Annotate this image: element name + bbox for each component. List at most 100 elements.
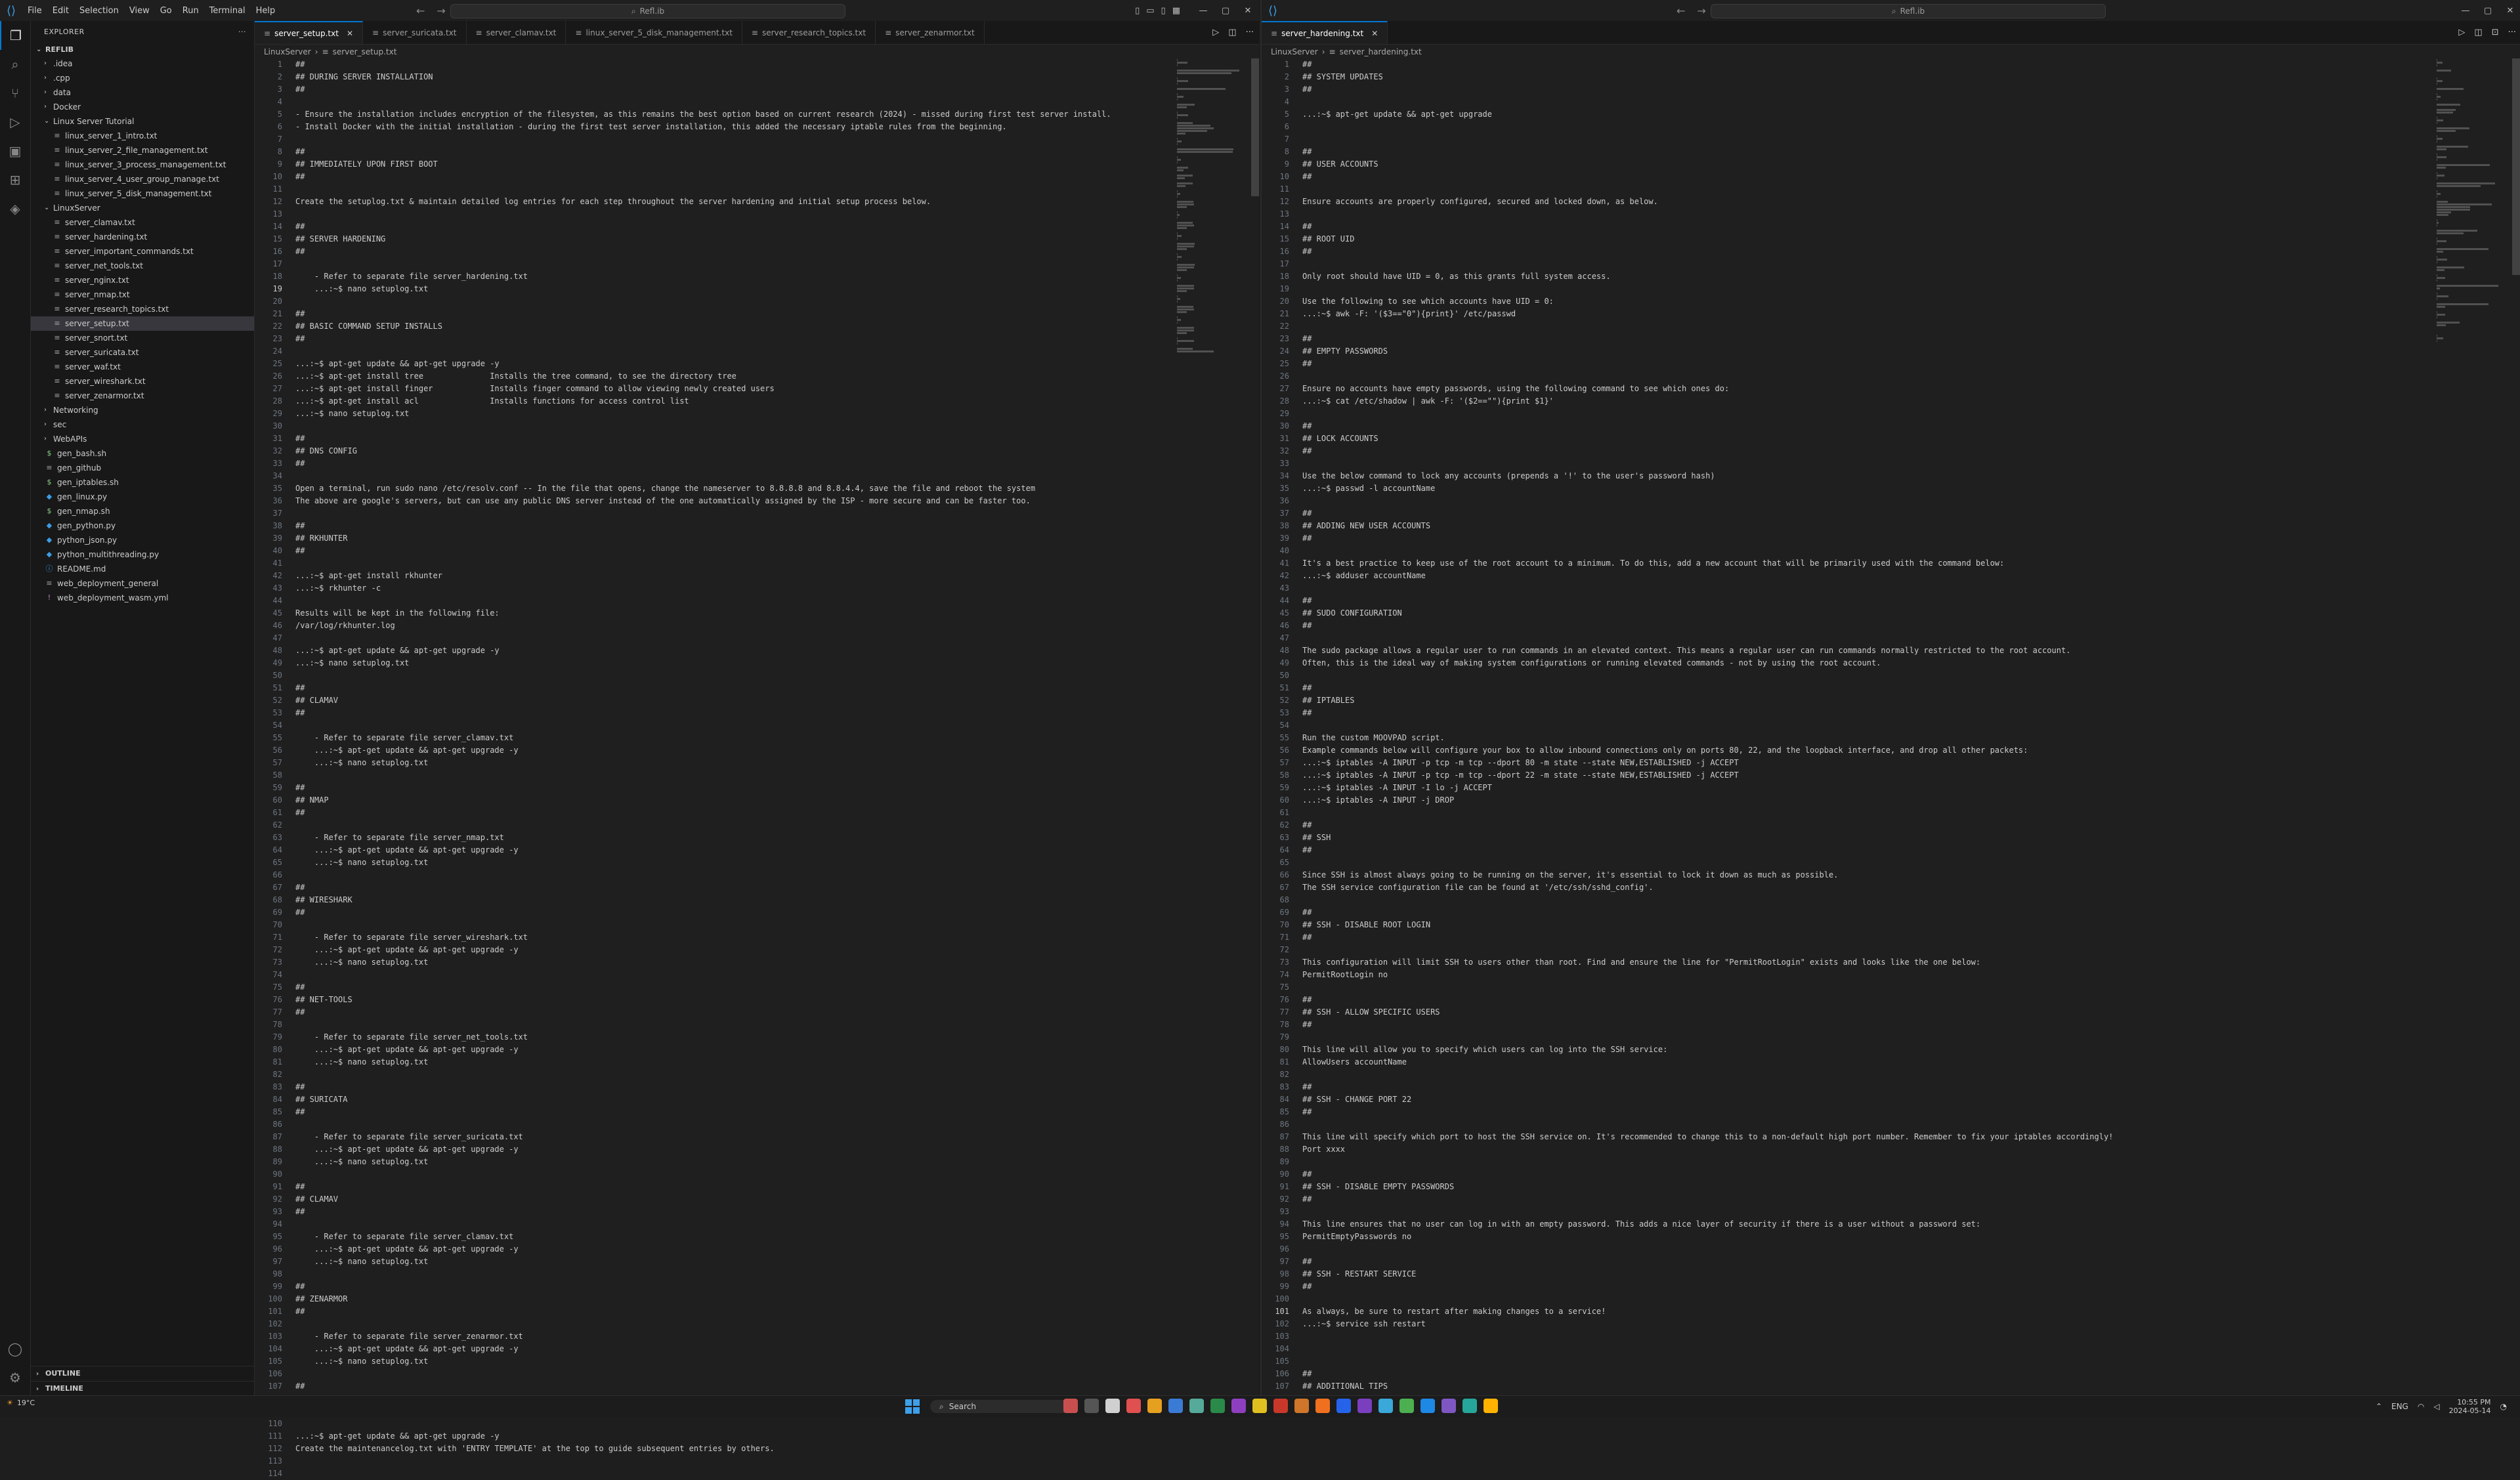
menu-item-go[interactable]: Go (155, 6, 177, 16)
clock[interactable]: 10:55 PM 2024-05-14 (2449, 1398, 2491, 1415)
taskbar-app-icon[interactable] (1084, 1399, 1099, 1413)
file-item[interactable]: ◆ gen_linux.py (31, 490, 254, 504)
taskbar-app-icon[interactable] (1294, 1399, 1309, 1413)
customize-layout-icon[interactable]: ▦ (1172, 6, 1180, 16)
code-editor[interactable]: 1 ## 2 ## DURING SERVER INSTALLATION 3 ## 4 5- … (255, 58, 1111, 1478)
language-indicator[interactable]: ENG (2391, 1402, 2408, 1411)
taskbar-app-icon[interactable] (1063, 1399, 1078, 1413)
menu-item-run[interactable]: Run (177, 6, 204, 16)
taskbar-search[interactable]: ⌕ Search (930, 1400, 1071, 1413)
editor-tab[interactable]: ≡ linux_server_5_disk_management.txt (566, 21, 742, 44)
file-item[interactable]: ≡ linux_server_2_file_management.txt (31, 143, 254, 158)
split-editor-icon[interactable]: ◫ (1228, 28, 1236, 37)
minimap[interactable] (1177, 58, 1249, 1396)
taskbar-app-icon[interactable] (1420, 1399, 1435, 1413)
taskbar-app-icon[interactable] (1126, 1399, 1141, 1413)
close-icon[interactable]: ✕ (2499, 6, 2520, 16)
file-item[interactable]: ◆ gen_python.py (31, 518, 254, 533)
close-tab-icon[interactable]: ✕ (347, 29, 353, 38)
back-arrow-icon[interactable]: ← (416, 5, 425, 17)
taskbar-app-icon[interactable] (1315, 1399, 1330, 1413)
minimize-icon[interactable]: — (2454, 6, 2477, 16)
taskbar-app-icon[interactable] (1105, 1399, 1120, 1413)
menu-item-edit[interactable]: Edit (47, 6, 74, 16)
close-icon[interactable]: ✕ (1237, 6, 1259, 16)
folder-item[interactable]: › .idea (31, 56, 254, 71)
file-item[interactable]: ⓘ README.md (31, 562, 254, 576)
chevron-up-icon[interactable]: ⌃ (2376, 1402, 2382, 1411)
taskbar-app-icon[interactable] (1147, 1399, 1162, 1413)
file-item[interactable]: ≡ server_snort.txt (31, 331, 254, 345)
folder-item[interactable]: › sec (31, 417, 254, 432)
folder-item[interactable]: › WebAPIs (31, 432, 254, 446)
extensions-icon[interactable]: ⊞ (0, 165, 30, 194)
taskbar-app-icon[interactable] (1273, 1399, 1288, 1413)
outline-section[interactable]: › OUTLINE (31, 1366, 254, 1381)
folder-item[interactable]: ⌄ LinuxServer (31, 201, 254, 215)
file-item[interactable]: ◆ python_multithreading.py (31, 547, 254, 562)
folder-item[interactable]: › Docker (31, 100, 254, 114)
taskbar-app-icon[interactable] (1484, 1399, 1498, 1413)
minimap[interactable] (2437, 58, 2509, 1396)
editor-tab[interactable]: ≡ server_setup.txt ✕ (255, 21, 363, 44)
editor-scrollbar[interactable] (1251, 58, 1259, 196)
taskbar-app-icon[interactable] (1336, 1399, 1351, 1413)
timeline-section[interactable]: › TIMELINE (31, 1381, 254, 1396)
forward-arrow-icon[interactable]: → (1697, 5, 1705, 17)
folder-item[interactable]: ⌄ Linux Server Tutorial (31, 114, 254, 129)
breadcrumb-item[interactable]: LinuxServer (1271, 47, 1318, 56)
file-item[interactable]: ≡ linux_server_3_process_management.txt (31, 158, 254, 172)
menu-item-file[interactable]: File (22, 6, 47, 16)
file-item[interactable]: ≡ linux_server_5_disk_management.txt (31, 186, 254, 201)
editor-tab[interactable]: ≡ server_suricata.txt (363, 21, 467, 44)
taskbar-app-icon[interactable] (1442, 1399, 1456, 1413)
breadcrumb-item[interactable]: server_setup.txt (333, 47, 397, 56)
file-item[interactable]: ≡ server_research_topics.txt (31, 302, 254, 316)
editor-tab[interactable]: ≡ server_clamav.txt (467, 21, 566, 44)
menu-item-view[interactable]: View (124, 6, 155, 16)
menu-item-selection[interactable]: Selection (74, 6, 124, 16)
run-icon[interactable]: ▷ (2458, 28, 2465, 37)
workspace-root[interactable]: ⌄ REFLIB (31, 42, 254, 56)
toggle-panel-icon[interactable]: ▭ (1146, 6, 1154, 16)
folder-item[interactable]: › .cpp (31, 71, 254, 85)
menu-item-terminal[interactable]: Terminal (204, 6, 251, 16)
weather-widget[interactable]: ☀ 19°C (7, 1399, 35, 1407)
back-arrow-icon[interactable]: ← (1676, 5, 1685, 17)
file-item[interactable]: ≡ server_setup.txt (31, 316, 254, 331)
file-item[interactable]: ≡ server_waf.txt (31, 360, 254, 374)
file-item[interactable]: ≡ server_important_commands.txt (31, 244, 254, 259)
account-icon[interactable]: ◯ (0, 1334, 30, 1363)
remote-explorer-icon[interactable]: ▣ (0, 137, 30, 165)
editor-tab[interactable]: ≡ server_zenarmor.txt (876, 21, 985, 44)
taskbar-app-icon[interactable] (1463, 1399, 1477, 1413)
volume-icon[interactable]: ◁ (2433, 1402, 2439, 1411)
command-center-search[interactable]: ⌕ Refl.ib (450, 4, 845, 18)
folder-item[interactable]: › Networking (31, 403, 254, 417)
editor-tab[interactable]: ≡ server_research_topics.txt (742, 21, 876, 44)
file-item[interactable]: ≡ server_zenarmor.txt (31, 389, 254, 403)
explorer-icon[interactable]: ❐ (0, 21, 30, 50)
split-editor-icon[interactable]: ◫ (2474, 28, 2482, 37)
editor-scrollbar[interactable] (2512, 58, 2520, 275)
close-tab-icon[interactable]: ✕ (1371, 29, 1378, 38)
toggle-sidebar-icon[interactable]: ▯ (1135, 6, 1140, 16)
breadcrumb-item[interactable]: server_hardening.txt (1340, 47, 1422, 56)
command-center-search[interactable]: ⌕ Refl.ib (1711, 4, 2106, 18)
more-actions-icon[interactable]: ··· (2508, 28, 2516, 37)
more-actions-icon[interactable]: ··· (238, 28, 246, 36)
run-icon[interactable]: ▷ (1212, 28, 1219, 37)
maximize-icon[interactable]: ▢ (2477, 6, 2499, 16)
toggle-secondary-sidebar-icon[interactable]: ▯ (1161, 6, 1166, 16)
file-item[interactable]: ≡ server_clamav.txt (31, 215, 254, 230)
file-item[interactable]: ≡ web_deployment_general (31, 576, 254, 591)
file-item[interactable]: ≡ server_nginx.txt (31, 273, 254, 287)
code-editor[interactable]: 1 ## 2 ## SYSTEM UPDATES 3 ## 4 5 ...:~$ apt-get… (1262, 58, 2113, 1403)
taskbar-app-icon[interactable] (1252, 1399, 1267, 1413)
breadcrumb-item[interactable]: LinuxServer (264, 47, 311, 56)
search-icon[interactable]: ⌕ (0, 50, 30, 79)
file-item[interactable]: ◆ python_json.py (31, 533, 254, 547)
forward-arrow-icon[interactable]: → (437, 5, 445, 17)
file-item[interactable]: ≡ server_hardening.txt (31, 230, 254, 244)
file-item[interactable]: ≡ gen_github (31, 461, 254, 475)
